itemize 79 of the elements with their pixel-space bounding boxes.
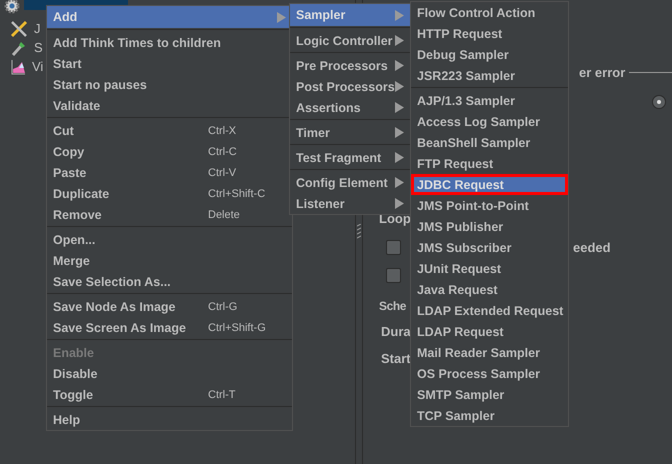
menu-item[interactable]: Duplicate Ctrl+Shift-C [47, 183, 292, 204]
menu-item[interactable]: Save Screen As Image Ctrl+Shift-G [47, 317, 292, 338]
menu-item[interactable]: AJP/1.3 Sampler [411, 90, 568, 111]
shortcut-label: Delete [208, 208, 241, 220]
submenu-arrow-icon [395, 152, 404, 163]
gear-icon [4, 0, 20, 14]
checkbox[interactable] [386, 268, 401, 282]
menu-item[interactable]: Timer [290, 122, 410, 143]
submenu-arrow-icon [395, 35, 404, 46]
menu-item[interactable]: Save Node As Image Ctrl-G [47, 296, 292, 317]
menu-item[interactable]: Java Request [411, 279, 568, 300]
group-legend: Sche [379, 299, 406, 313]
menu-item[interactable]: JUnit Request [411, 258, 568, 279]
menu-item[interactable]: Paste Ctrl-V [47, 162, 292, 183]
menu-item[interactable]: Disable [47, 363, 292, 384]
menu-item[interactable]: Remove Delete [47, 204, 292, 225]
menu-item[interactable]: JMS Point-to-Point [411, 195, 568, 216]
submenu-arrow-icon [395, 198, 404, 209]
menu-item[interactable]: Merge [47, 250, 292, 271]
menu-item[interactable]: FTP Request [411, 153, 568, 174]
submenu-arrow-icon [395, 102, 404, 113]
menu-item[interactable]: Access Log Sampler [411, 111, 568, 132]
shortcut-label: Ctrl-V [208, 166, 238, 178]
menu-item[interactable]: JMS Publisher [411, 216, 568, 237]
menu-item[interactable]: Toggle Ctrl-T [47, 384, 292, 405]
menu-item[interactable]: JSR223 Sampler [411, 65, 568, 86]
menu-item[interactable]: SMTP Sampler [411, 384, 568, 405]
menu-item[interactable]: Sampler [290, 4, 410, 26]
submenu-arrow-icon [395, 81, 404, 92]
menu-item[interactable]: Validate [47, 95, 292, 116]
menu-item[interactable]: Copy Ctrl-C [47, 141, 292, 162]
group-legend: er error [579, 64, 626, 80]
field-label: Start [381, 350, 411, 366]
menu-item[interactable]: Add Think Times to children [47, 32, 292, 53]
submenu-arrow-icon [395, 127, 404, 138]
shortcut-label: Ctrl-C [208, 146, 238, 158]
tree-item[interactable]: Vi [30, 59, 46, 74]
menu-item[interactable]: Open... [47, 229, 292, 250]
shortcut-label: Ctrl-T [208, 388, 236, 400]
menu-item[interactable]: Start no pauses [47, 74, 292, 95]
menu-item[interactable]: JMS Subscriber [411, 237, 568, 258]
menu-item[interactable]: Pre Processors [290, 55, 410, 76]
menu-item[interactable]: LDAP Extended Request [411, 300, 568, 321]
menu-item[interactable]: Save Selection As... [47, 271, 292, 292]
checkbox-label: eeded [573, 240, 611, 254]
menu-item[interactable]: Start [47, 53, 292, 74]
checkbox[interactable] [386, 240, 401, 254]
shortcut-label: Ctrl+Shift-C [208, 188, 266, 200]
shortcut-label: Ctrl-G [208, 300, 238, 312]
shortcut-label: Ctrl+Shift-G [208, 322, 267, 334]
menu-item[interactable]: Flow Control Action [411, 2, 568, 23]
radio-button[interactable] [652, 95, 666, 109]
menu-item[interactable]: Logic Controller [290, 30, 410, 51]
menu-item[interactable]: Assertions [290, 97, 410, 118]
submenu-arrow-icon [395, 177, 404, 188]
menu-item[interactable]: Test Fragment [290, 147, 410, 168]
menu-item[interactable]: Cut Ctrl-X [47, 120, 292, 141]
menu-item[interactable]: Add [47, 6, 292, 28]
menu-item[interactable]: Debug Sampler [411, 44, 568, 65]
menu-item[interactable]: Post Processors [290, 76, 410, 97]
menu-item[interactable]: Config Element [290, 172, 410, 193]
menu-item[interactable]: BeanShell Sampler [411, 132, 568, 153]
splitter-grip-icon [357, 224, 361, 240]
menu-item[interactable]: JDBC Request [411, 174, 568, 195]
submenu-arrow-icon [395, 60, 404, 71]
menu-item[interactable]: LDAP Request [411, 321, 568, 342]
shortcut-label: Ctrl-X [208, 124, 238, 136]
tree-item[interactable]: S [32, 40, 45, 55]
menu-item[interactable]: OS Process Sampler [411, 363, 568, 384]
field-label: Dura [381, 324, 411, 338]
menu-item[interactable]: Mail Reader Sampler [411, 342, 568, 363]
submenu-arrow-icon [395, 10, 404, 20]
menu-item[interactable]: HTTP Request [411, 23, 568, 44]
submenu-arrow-icon [277, 12, 286, 22]
chart-icon [10, 58, 26, 74]
tree-item[interactable]: J [32, 21, 42, 36]
tools-icon [10, 20, 28, 38]
menu-item[interactable]: TCP Sampler [411, 405, 568, 426]
menu-item[interactable]: Help [47, 409, 292, 430]
